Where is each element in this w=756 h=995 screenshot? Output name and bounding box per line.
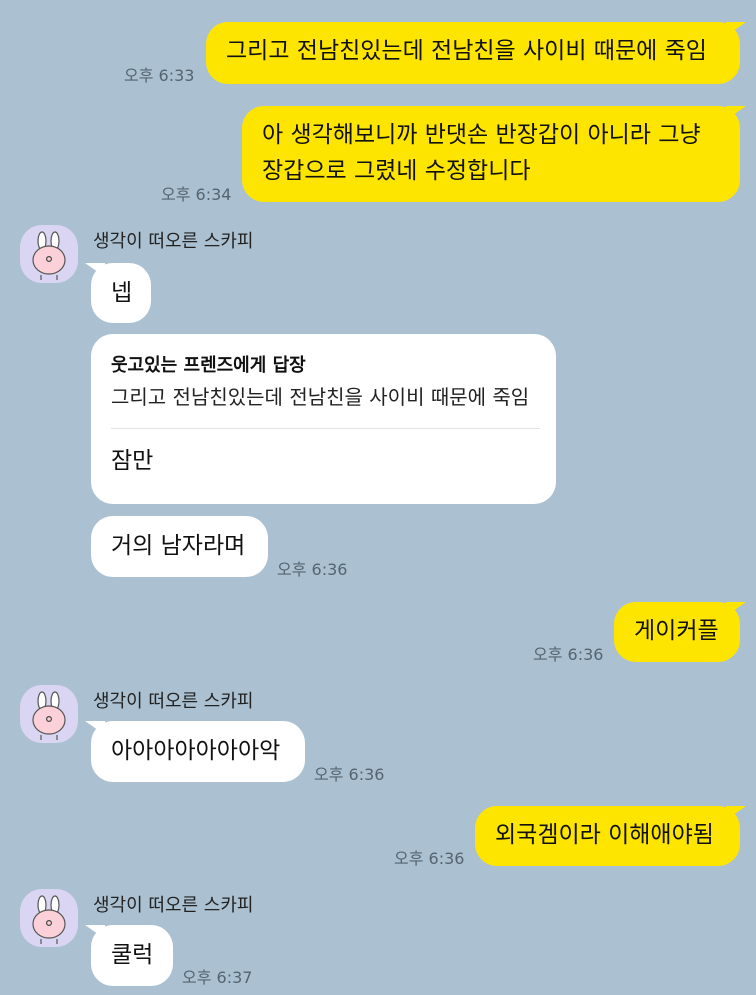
message-text-line: 아 생각해보니까 반댓손 반장갑이 아니라 그냥: [262, 122, 701, 148]
sender-name: 생각이 떠오른 스카피: [93, 895, 254, 916]
message-text: 아아아아아아아악: [111, 738, 281, 764]
message-timestamp: 오후 6:33: [124, 66, 195, 85]
reply-header: 웃고있는 프렌즈에게 답장: [111, 355, 306, 376]
my-message-bubble[interactable]: 아 생각해보니까 반댓손 반장갑이 아니라 그냥 장갑으로 그렸네 수정합니다: [242, 106, 746, 202]
chat-screen: { "colors": { "background": "#abc1d1", "…: [0, 0, 756, 995]
message-text: 넵: [111, 280, 133, 306]
reply-quoted-text: 그리고 전남친있는데 전남친을 사이비 때문에 죽임: [111, 385, 530, 409]
my-message-bubble[interactable]: 게이커플: [614, 602, 746, 662]
sender-avatar[interactable]: [20, 889, 78, 947]
sender-name: 생각이 떠오른 스카피: [93, 691, 254, 712]
reply-message-bubble[interactable]: 웃고있는 프렌즈에게 답장 그리고 전남친있는데 전남친을 사이비 때문에 죽임…: [91, 334, 556, 504]
message-text: 쿨럭: [111, 942, 154, 968]
message-text: 거의 남자라며: [111, 533, 246, 559]
their-message-bubble[interactable]: 쿨럭: [85, 925, 173, 986]
bunny-avatar-icon: [32, 231, 66, 280]
message-text: 잠만: [111, 448, 154, 474]
their-message-bubble[interactable]: 넵: [85, 263, 151, 323]
message-timestamp: 오후 6:36: [533, 645, 604, 664]
their-message-bubble[interactable]: 거의 남자라며: [91, 516, 268, 577]
bunny-avatar-icon: [32, 895, 66, 944]
sender-name: 생각이 떠오른 스카피: [93, 231, 254, 252]
message-timestamp: 오후 6:36: [394, 849, 465, 868]
sender-avatar[interactable]: [20, 685, 78, 743]
my-message-bubble[interactable]: 그리고 전남친있는데 전남친을 사이비 때문에 죽임: [206, 22, 746, 84]
their-message-bubble[interactable]: 아아아아아아아악: [85, 721, 305, 782]
message-timestamp: 오후 6:34: [161, 185, 232, 204]
message-text: 외국겜이라 이해애야됨: [495, 822, 714, 848]
bunny-avatar-icon: [32, 691, 66, 740]
message-text: 게이커플: [634, 618, 719, 644]
message-text-line: 장갑으로 그렸네 수정합니다: [262, 158, 531, 184]
message-text: 그리고 전남친있는데 전남친을 사이비 때문에 죽임: [226, 38, 707, 64]
message-timestamp: 오후 6:36: [314, 765, 385, 784]
reply-divider: [111, 428, 540, 429]
sender-avatar[interactable]: [20, 225, 78, 283]
message-timestamp: 오후 6:37: [182, 968, 253, 987]
message-timestamp: 오후 6:36: [277, 560, 348, 579]
my-message-bubble[interactable]: 외국겜이라 이해애야됨: [475, 806, 746, 866]
